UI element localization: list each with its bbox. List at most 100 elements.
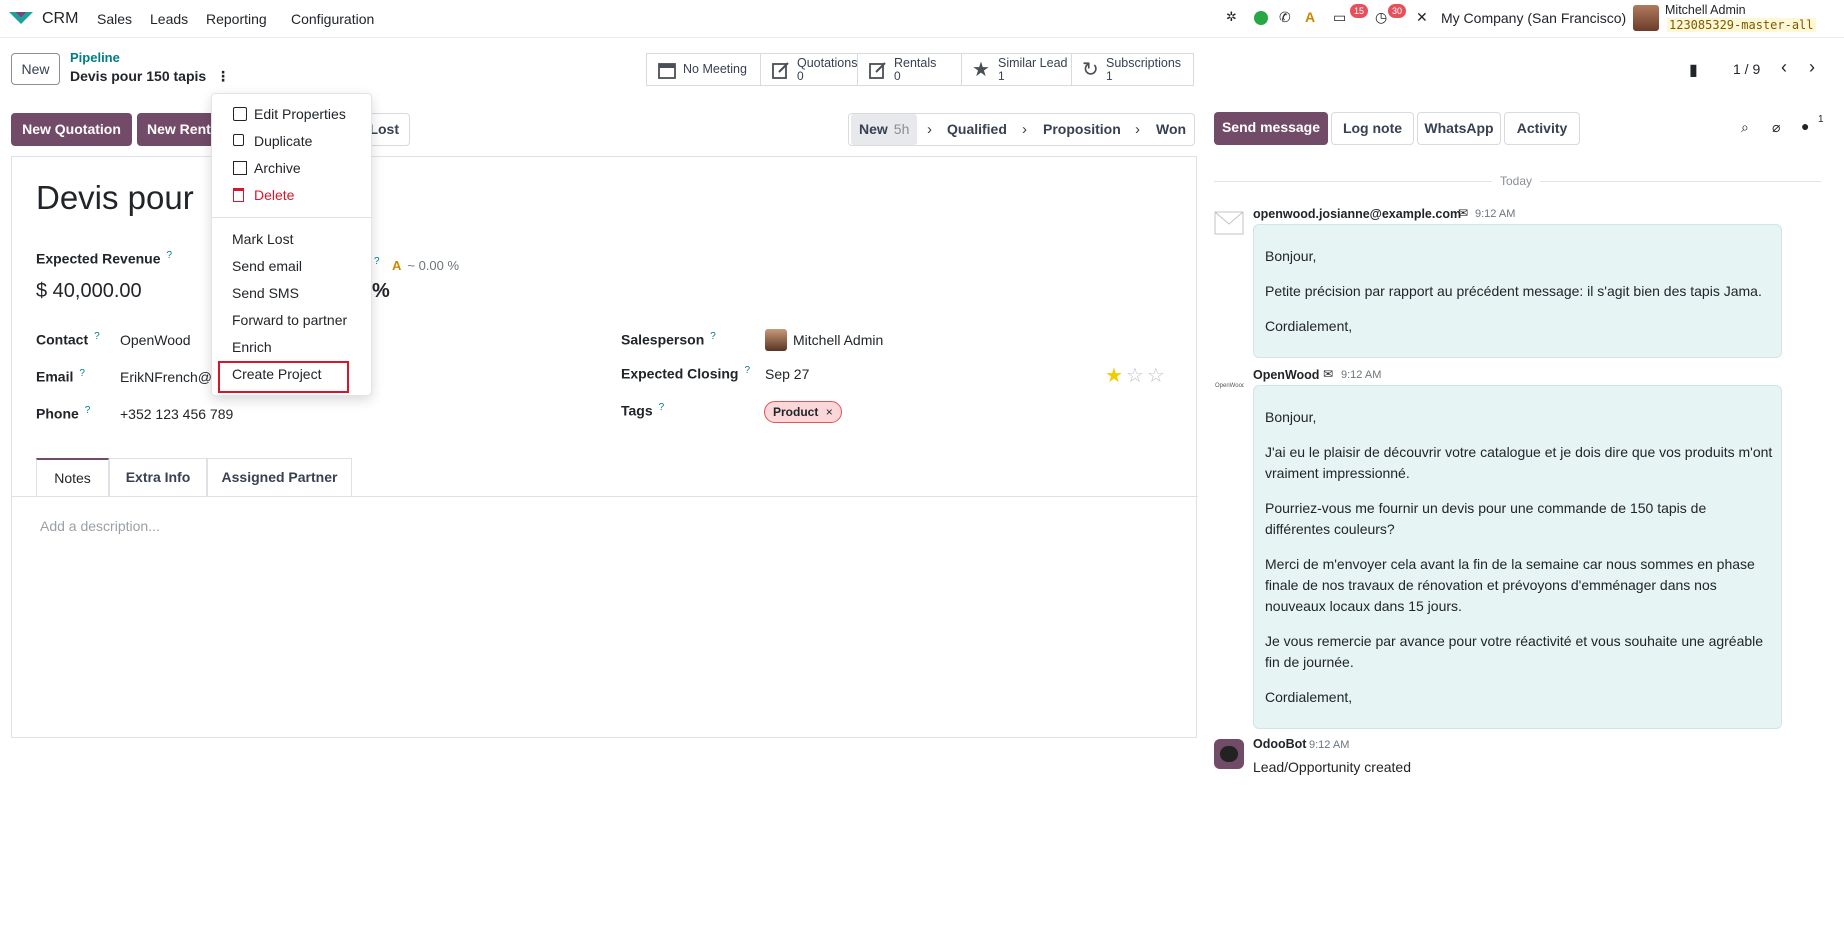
phone-label: Phone? <box>36 405 90 422</box>
breadcrumb-current: Devis pour 150 tapis <box>70 68 207 84</box>
chevron-right-icon: › <box>1022 121 1027 138</box>
user-avatar[interactable] <box>1633 5 1659 31</box>
menu-mark-lost[interactable]: Mark Lost <box>212 227 371 251</box>
menu-item-label: Edit Properties <box>254 106 346 122</box>
menu-delete[interactable]: Delete <box>212 183 371 207</box>
help-icon[interactable]: ? <box>79 368 85 379</box>
smart-button-rentals[interactable]: Rentals 0 <box>858 54 962 85</box>
paperclip-icon[interactable]: ⌀ <box>1772 119 1780 136</box>
menu-send-sms[interactable]: Send SMS <box>212 281 371 305</box>
message-line: Merci de m'envoyer cela avant la fin de … <box>1265 556 1755 614</box>
help-icon[interactable]: ? <box>659 402 665 413</box>
odoobot-face-icon <box>1220 746 1238 762</box>
ai-icon: A <box>392 258 402 273</box>
smart-button-quotations[interactable]: Quotations 0 <box>761 54 858 85</box>
message-author[interactable]: OpenWood <box>1253 368 1319 382</box>
label-text: Salesperson <box>621 331 705 348</box>
pager-next-icon[interactable]: › <box>1801 57 1823 79</box>
pager-previous-icon[interactable]: ‹ <box>1773 57 1795 79</box>
help-icon[interactable]: ? <box>744 365 750 376</box>
menu-configuration[interactable]: Configuration <box>291 11 374 27</box>
tab-notes[interactable]: Notes <box>36 458 109 497</box>
menu-edit-properties[interactable]: Edit Properties <box>212 102 371 126</box>
phone-field[interactable]: +352 123 456 789 <box>120 406 233 422</box>
salesperson-field[interactable]: Mitchell Admin <box>793 332 883 348</box>
ai-probability-value: ~ 0.00 % <box>407 258 460 273</box>
new-record-button[interactable]: New <box>11 53 60 85</box>
activity-clock-icon[interactable]: ◷ <box>1375 9 1387 26</box>
tab-assigned-partner[interactable]: Assigned Partner <box>207 458 352 497</box>
breadcrumb-pipeline[interactable]: Pipeline <box>70 50 120 65</box>
new-quotation-button[interactable]: New Quotation <box>11 113 132 146</box>
user-name[interactable]: Mitchell Admin <box>1665 3 1746 17</box>
menu-sales[interactable]: Sales <box>97 11 132 27</box>
messages-icon[interactable]: ▭ <box>1333 9 1346 26</box>
stage-proposition[interactable]: Proposition <box>1043 114 1121 145</box>
menu-send-email[interactable]: Send email <box>212 254 371 278</box>
new-rental-button[interactable]: New Rent <box>137 113 217 146</box>
message-author[interactable]: OdooBot <box>1253 737 1306 751</box>
expected-closing-field[interactable]: Sep 27 <box>765 366 809 382</box>
phone-icon[interactable]: ✆ <box>1279 9 1291 26</box>
help-icon[interactable]: ? <box>94 331 100 342</box>
menu-archive[interactable]: Archive <box>212 156 371 180</box>
help-icon[interactable]: ? <box>710 331 716 342</box>
smart-button-similar-lead[interactable]: ★ Similar Lead 1 <box>962 54 1072 85</box>
star-empty-icon[interactable]: ☆ <box>1147 365 1168 387</box>
company-switcher[interactable]: My Company (San Francisco) <box>1441 10 1626 26</box>
create-project-highlight <box>218 361 349 393</box>
menu-enrich[interactable]: Enrich <box>212 335 371 359</box>
app-name[interactable]: CRM <box>42 10 78 28</box>
log-note-button[interactable]: Log note <box>1331 112 1414 145</box>
smart-button-meeting[interactable]: No Meeting <box>647 54 761 85</box>
pager-value[interactable]: 1 / 9 <box>1733 61 1760 77</box>
star-filled-icon[interactable]: ★ <box>1105 365 1126 387</box>
tools-icon[interactable]: ✕ <box>1416 9 1428 26</box>
menu-item-label: Duplicate <box>254 133 313 149</box>
email-label: Email? <box>36 368 85 385</box>
status-online-icon[interactable] <box>1254 11 1268 25</box>
tab-extra-info[interactable]: Extra Info <box>109 458 207 497</box>
contact-field[interactable]: OpenWood <box>120 332 191 348</box>
menu-forward-to-partner[interactable]: Forward to partner <box>212 308 371 332</box>
crm-app-icon[interactable] <box>8 10 34 26</box>
chevron-right-icon: › <box>927 121 932 138</box>
copy-icon <box>233 134 244 146</box>
actions-kebab-icon[interactable]: ⋮ <box>216 68 230 84</box>
tag-remove-icon[interactable]: × <box>826 405 833 419</box>
label-text: Expected Revenue <box>36 250 161 267</box>
stage-won[interactable]: Won <box>1156 114 1186 145</box>
activity-button[interactable]: Activity <box>1504 112 1580 145</box>
message-author[interactable]: openwood.josianne@example.com <box>1253 207 1461 221</box>
debug-bug-icon[interactable]: ✲ <box>1226 9 1237 25</box>
help-icon[interactable]: ? <box>167 250 173 261</box>
expected-closing-label: Expected Closing? <box>621 365 750 382</box>
message-line: Je vous remercie par avance pour votre r… <box>1265 633 1764 670</box>
description-field[interactable]: Add a description... <box>40 518 160 534</box>
help-icon[interactable]: ? <box>374 256 380 267</box>
smart-button-label: Similar Lead <box>998 56 1068 70</box>
star-empty-icon[interactable]: ☆ <box>1126 365 1147 387</box>
help-icon[interactable]: ? <box>85 405 91 416</box>
stage-new[interactable]: New 5h <box>851 114 918 145</box>
search-icon[interactable]: ⌕ <box>1741 119 1749 136</box>
smart-button-subscriptions[interactable]: ↻ Subscriptions 1 <box>1072 54 1193 85</box>
stage-qualified[interactable]: Qualified <box>947 114 1007 145</box>
menu-reporting[interactable]: Reporting <box>206 11 267 27</box>
email-field[interactable]: ErikNFrench@ <box>120 369 212 385</box>
label-text: Tags <box>621 402 653 419</box>
whatsapp-button[interactable]: WhatsApp <box>1417 112 1501 145</box>
message-line: J'ai eu le plaisir de découvrir votre ca… <box>1265 444 1773 481</box>
bookmark-icon[interactable]: ▮ <box>1689 60 1698 80</box>
expected-revenue-value[interactable]: $ 40,000.00 <box>36 280 142 303</box>
smart-button-label: Quotations <box>797 56 858 70</box>
send-message-button[interactable]: Send message <box>1214 112 1328 145</box>
followers-icon[interactable]: ● <box>1801 118 1809 134</box>
ai-icon[interactable]: A <box>1305 9 1315 25</box>
menu-leads[interactable]: Leads <box>150 11 188 27</box>
probability-suffix: % <box>372 280 390 302</box>
smart-button-count: 1 <box>998 69 1005 83</box>
opportunity-title[interactable]: Devis pour <box>36 179 194 217</box>
envelope-avatar-icon <box>1214 211 1244 235</box>
menu-duplicate[interactable]: Duplicate <box>212 129 371 153</box>
